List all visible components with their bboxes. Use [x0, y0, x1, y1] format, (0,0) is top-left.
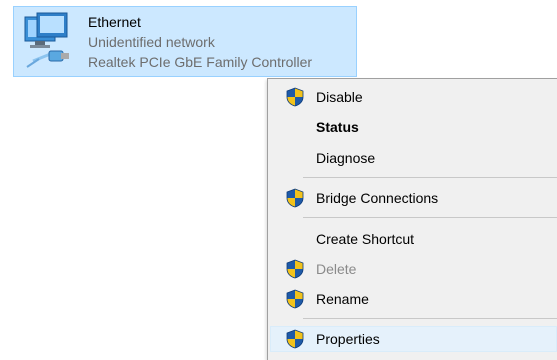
menu-item-properties[interactable]: Properties: [270, 326, 557, 352]
menu-item-label: Status: [316, 119, 359, 135]
menu-separator: [303, 217, 557, 218]
menu-separator: [303, 318, 557, 319]
menu-item-label: Rename: [316, 291, 369, 307]
uac-shield-icon: [286, 289, 304, 309]
menu-item-rename[interactable]: Rename: [270, 286, 557, 312]
menu-item-label: Create Shortcut: [316, 231, 415, 247]
adapter-status: Unidentified network: [88, 34, 215, 50]
menu-item-bridge-connections[interactable]: Bridge Connections: [270, 185, 557, 211]
uac-shield-icon: [286, 259, 304, 279]
menu-item-disable[interactable]: Disable: [270, 84, 557, 110]
adapter-name: Ethernet: [88, 14, 141, 30]
menu-item-label: Disable: [316, 89, 363, 105]
menu-item-label: Delete: [316, 261, 357, 277]
menu-item-create-shortcut[interactable]: Create Shortcut: [270, 226, 557, 252]
uac-shield-icon: [286, 329, 304, 349]
menu-item-label: Bridge Connections: [316, 190, 439, 206]
uac-shield-icon: [286, 188, 304, 208]
menu-item-delete: Delete: [270, 256, 557, 282]
adapter-device: Realtek PCIe GbE Family Controller: [88, 54, 313, 70]
network-adapter-icon: [24, 12, 69, 68]
context-menu: Disable Status Diagnose Bridge Connectio…: [267, 78, 557, 360]
ethernet-adapter-item[interactable]: Ethernet Unidentified network Realtek PC…: [13, 6, 357, 77]
menu-item-label: Diagnose: [316, 150, 376, 166]
menu-item-diagnose[interactable]: Diagnose: [270, 145, 557, 171]
menu-item-status[interactable]: Status: [270, 114, 557, 140]
menu-separator: [303, 177, 557, 178]
uac-shield-icon: [286, 87, 304, 107]
menu-item-label: Properties: [316, 331, 380, 347]
